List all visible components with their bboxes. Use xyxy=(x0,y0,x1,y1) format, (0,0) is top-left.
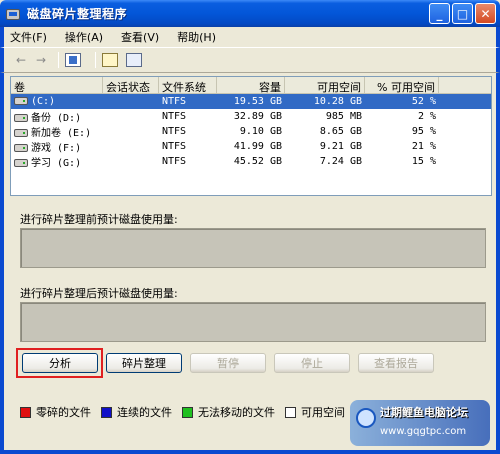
legend-fragmented: 零碎的文件 xyxy=(20,404,91,420)
menu-bar: 文件(F) 操作(A) 查看(V) 帮助(H) xyxy=(0,27,500,47)
menu-view[interactable]: 查看(V) xyxy=(121,29,159,45)
main-panel: 卷 会话状态 文件系统 容量 可用空间 % 可用空间 (C:) NTFS 19.… xyxy=(0,73,500,454)
volume-capacity: 19.53 GB xyxy=(233,96,282,107)
volume-capacity: 45.52 GB xyxy=(233,156,282,167)
column-percent-free[interactable]: % 可用空间 xyxy=(365,77,439,94)
volume-name: 游戏 (F:) xyxy=(31,143,82,154)
column-capacity[interactable]: 容量 xyxy=(217,77,285,94)
volume-percent: 95 % xyxy=(411,126,436,137)
close-button[interactable]: ✕ xyxy=(475,3,496,24)
help-icon[interactable] xyxy=(126,53,142,67)
volume-list: 卷 会话状态 文件系统 容量 可用空间 % 可用空间 (C:) NTFS 19.… xyxy=(10,76,492,196)
window-title: 磁盘碎片整理程序 xyxy=(27,7,128,21)
volume-row[interactable]: 备份 (D:) NTFS 32.89 GB 985 MB 2 % xyxy=(11,109,491,124)
before-defrag-usage-bar xyxy=(20,228,486,268)
column-volume[interactable]: 卷 xyxy=(11,77,103,94)
stop-button[interactable]: 停止 xyxy=(274,353,350,373)
volume-free: 9.21 GB xyxy=(319,141,362,152)
defrag-app-icon xyxy=(5,6,21,22)
legend-free-space: 可用空间 xyxy=(285,404,345,420)
before-defrag-label: 进行碎片整理前预计磁盘使用量: xyxy=(20,213,178,226)
volume-row[interactable]: 游戏 (F:) NTFS 41.99 GB 9.21 GB 21 % xyxy=(11,139,491,154)
pause-button[interactable]: 暂停 xyxy=(190,353,266,373)
back-arrow-icon[interactable]: ← xyxy=(12,51,30,69)
legend-swatch-white xyxy=(285,406,296,418)
drive-icon xyxy=(14,144,28,152)
drive-icon xyxy=(14,97,28,105)
column-file-system[interactable]: 文件系统 xyxy=(159,77,217,94)
volume-percent: 15 % xyxy=(411,156,436,167)
drive-icon xyxy=(14,129,28,137)
defragment-button[interactable]: 碎片整理 xyxy=(106,353,182,373)
menu-help[interactable]: 帮助(H) xyxy=(177,29,216,45)
watermark-title: 过期鲤鱼电脑论坛 xyxy=(380,406,468,419)
menu-action[interactable]: 操作(A) xyxy=(65,29,103,45)
site-watermark: 过期鲤鱼电脑论坛 www.gqgtpc.com xyxy=(350,400,490,446)
volume-name: 新加卷 (E:) xyxy=(31,128,92,139)
volume-fs: NTFS xyxy=(162,111,187,122)
forward-arrow-icon[interactable]: → xyxy=(32,51,50,69)
column-session-state[interactable]: 会话状态 xyxy=(103,77,159,94)
volume-free: 985 MB xyxy=(325,111,362,122)
legend-swatch-blue xyxy=(101,406,112,418)
legend-swatch-green xyxy=(182,406,193,418)
console-tree-icon[interactable] xyxy=(65,53,81,67)
volume-percent: 52 % xyxy=(411,96,436,107)
title-bar: 磁盘碎片整理程序 _ □ ✕ xyxy=(0,0,500,27)
volume-fs: NTFS xyxy=(162,126,187,137)
view-report-button[interactable]: 查看报告 xyxy=(358,353,434,373)
volume-free: 8.65 GB xyxy=(319,126,362,137)
after-defrag-usage-bar xyxy=(20,302,486,342)
volume-free: 10.28 GB xyxy=(313,96,362,107)
volume-name: 学习 (G:) xyxy=(31,158,82,169)
volume-fs: NTFS xyxy=(162,96,187,107)
volume-name: 备份 (D:) xyxy=(31,113,82,124)
menu-file[interactable]: 文件(F) xyxy=(10,29,47,45)
toolbar-separator xyxy=(95,52,96,68)
after-defrag-label: 进行碎片整理后预计磁盘使用量: xyxy=(20,287,178,300)
volume-row[interactable]: (C:) NTFS 19.53 GB 10.28 GB 52 % xyxy=(11,94,491,109)
volume-list-header: 卷 会话状态 文件系统 容量 可用空间 % 可用空间 xyxy=(11,77,491,94)
analyze-button[interactable]: 分析 xyxy=(22,353,98,373)
toolbar-separator xyxy=(58,52,59,68)
volume-fs: NTFS xyxy=(162,156,187,167)
toolbar: ← → xyxy=(0,47,500,73)
volume-capacity: 32.89 GB xyxy=(233,111,282,122)
maximize-button[interactable]: □ xyxy=(452,3,473,24)
drive-icon xyxy=(14,114,28,122)
watermark-logo-icon xyxy=(356,408,376,428)
legend-swatch-red xyxy=(20,406,31,418)
legend-contiguous: 连续的文件 xyxy=(101,404,172,420)
minimize-button[interactable]: _ xyxy=(429,3,450,24)
volume-row[interactable]: 学习 (G:) NTFS 45.52 GB 7.24 GB 15 % xyxy=(11,154,491,169)
volume-row[interactable]: 新加卷 (E:) NTFS 9.10 GB 8.65 GB 95 % xyxy=(11,124,491,139)
column-free-space[interactable]: 可用空间 xyxy=(285,77,365,94)
volume-percent: 21 % xyxy=(411,141,436,152)
volume-percent: 2 % xyxy=(417,111,436,122)
legend: 零碎的文件 连续的文件 无法移动的文件 可用空间 xyxy=(20,404,355,420)
drive-icon xyxy=(14,159,28,167)
volume-capacity: 41.99 GB xyxy=(233,141,282,152)
volume-fs: NTFS xyxy=(162,141,187,152)
watermark-url: www.gqgtpc.com xyxy=(380,426,467,437)
volume-name: (C:) xyxy=(31,96,56,107)
volume-free: 7.24 GB xyxy=(319,156,362,167)
legend-unmovable: 无法移动的文件 xyxy=(182,404,275,420)
volume-capacity: 9.10 GB xyxy=(239,126,282,137)
properties-icon[interactable] xyxy=(102,53,118,67)
